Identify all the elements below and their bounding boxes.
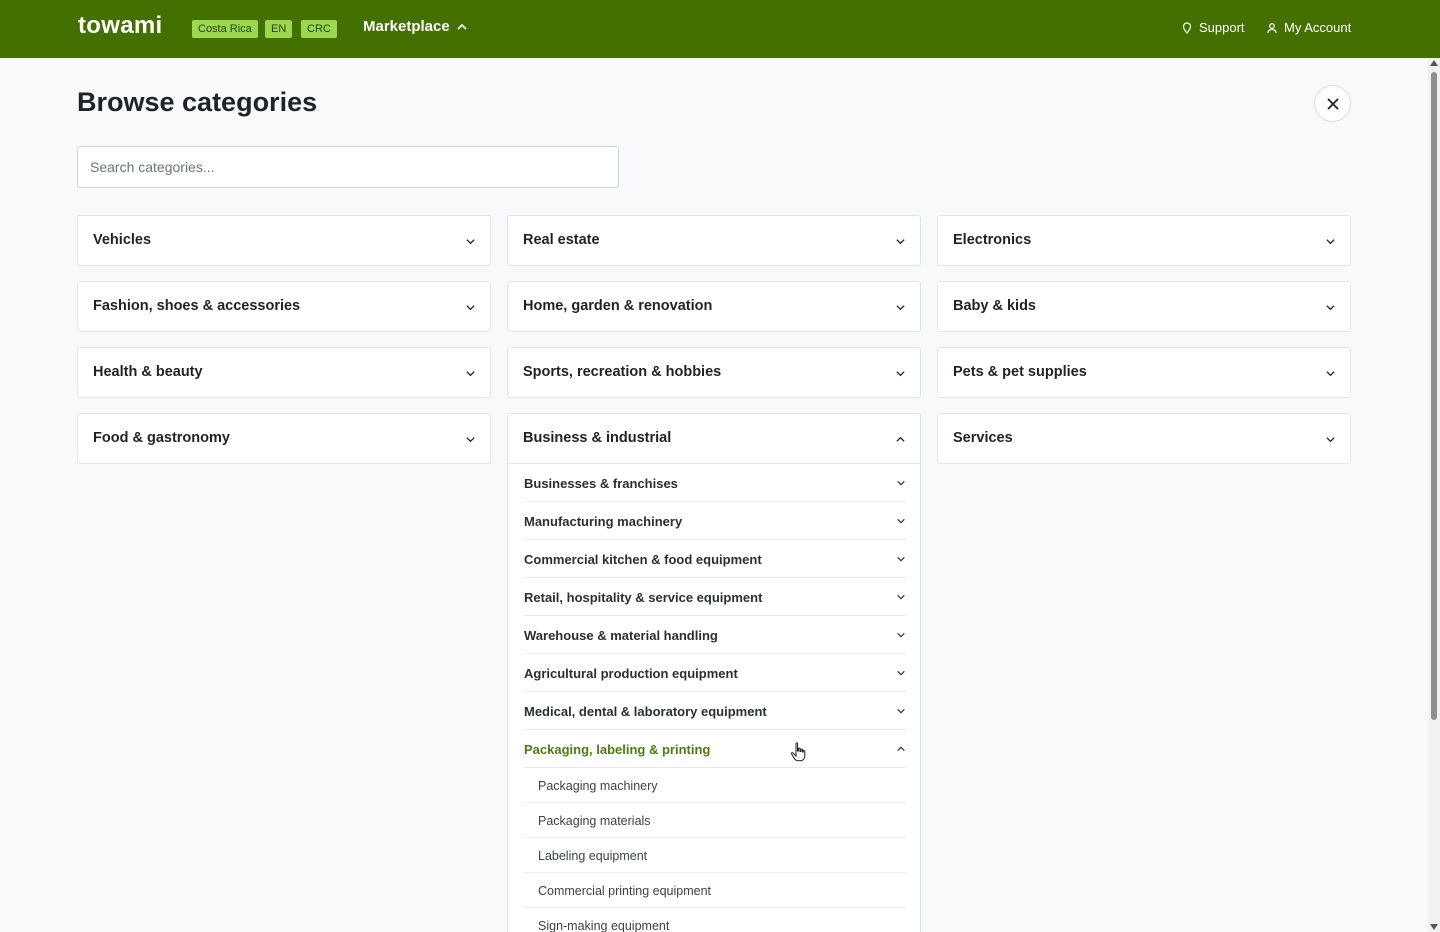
subcategory-label: Medical, dental & laboratory equipment [524, 704, 767, 719]
leaf-category-item[interactable]: Commercial printing equipment [524, 873, 906, 908]
language-selector[interactable]: EN [265, 20, 293, 38]
search-categories-input[interactable] [77, 146, 619, 188]
leaf-category-item[interactable]: Packaging machinery [524, 768, 906, 803]
category-card-baby-kids[interactable]: Baby & kids [937, 281, 1351, 332]
chevron-down-icon [466, 371, 475, 377]
subcategory-item[interactable]: Warehouse & material handling [524, 616, 906, 654]
category-card-pets[interactable]: Pets & pet supplies [937, 347, 1351, 398]
scroll-thumb[interactable] [1431, 72, 1437, 720]
subcategory-item-active[interactable]: Packaging, labeling & printing [524, 730, 906, 768]
brand-logo[interactable]: towami [78, 12, 162, 40]
chevron-down-icon [897, 632, 905, 638]
chevron-down-icon [897, 518, 905, 524]
page-title: Browse categories [77, 87, 318, 117]
my-account-link[interactable]: My Account [1266, 20, 1351, 35]
packaging-subitem-list: Packaging machinery Packaging materials … [524, 768, 906, 932]
leaf-category-label: Sign-making equipment [538, 919, 670, 932]
subcategory-item[interactable]: Manufacturing machinery [524, 502, 906, 540]
leaf-category-label: Packaging materials [538, 814, 651, 828]
chevron-down-icon [1326, 305, 1335, 311]
subcategory-label: Retail, hospitality & service equipment [524, 590, 763, 605]
category-card-electronics[interactable]: Electronics [937, 215, 1351, 266]
category-label: Pets & pet supplies [953, 364, 1087, 380]
leaf-category-label: Packaging machinery [538, 779, 658, 793]
chevron-down-icon [897, 708, 905, 714]
marketplace-label: Marketplace [363, 18, 450, 35]
chevron-up-icon [457, 23, 467, 30]
category-card-food[interactable]: Food & gastronomy [77, 413, 491, 464]
leaf-category-label: Labeling equipment [538, 849, 648, 863]
hand-pointer-cursor-icon [790, 742, 806, 762]
category-label: Vehicles [93, 232, 152, 248]
chevron-down-icon [1326, 437, 1335, 443]
chevron-down-icon [897, 594, 905, 600]
chevron-down-icon [466, 305, 475, 311]
chevron-down-icon [896, 239, 905, 245]
subcategory-label: Manufacturing machinery [524, 514, 683, 529]
subcategory-label: Commercial kitchen & food equipment [524, 552, 762, 567]
page-scrollbar[interactable] [1428, 58, 1440, 932]
subcategory-label: Businesses & franchises [524, 476, 678, 491]
subcategory-item[interactable]: Agricultural production equipment [524, 654, 906, 692]
leaf-category-label: Commercial printing equipment [538, 884, 711, 898]
close-button[interactable] [1314, 85, 1351, 122]
chevron-down-icon [466, 437, 475, 443]
support-pin-icon [1182, 21, 1192, 34]
user-icon [1267, 22, 1277, 33]
category-label: Food & gastronomy [93, 430, 230, 446]
category-card-vehicles[interactable]: Vehicles [77, 215, 491, 266]
category-label: Electronics [953, 232, 1032, 248]
category-label: Real estate [523, 232, 600, 248]
country-selector[interactable]: Costa Rica [192, 20, 258, 38]
subcategory-item[interactable]: Commercial kitchen & food equipment [524, 540, 906, 578]
top-navigation-bar: towami Costa Rica EN CRC Marketplace Sup… [0, 0, 1440, 58]
category-label: Sports, recreation & hobbies [523, 364, 722, 380]
chevron-down-icon [896, 305, 905, 311]
category-card-real-estate[interactable]: Real estate [507, 215, 921, 266]
subcategory-item[interactable]: Businesses & franchises [524, 464, 906, 502]
category-label: Fashion, shoes & accessories [93, 298, 301, 314]
category-label: Business & industrial [523, 430, 672, 446]
category-label: Services [953, 430, 1013, 446]
leaf-category-item[interactable]: Packaging materials [524, 803, 906, 838]
subcategory-list: Businesses & franchises Manufacturing ma… [524, 464, 906, 932]
currency-selector[interactable]: CRC [301, 20, 337, 38]
chevron-down-icon [466, 239, 475, 245]
category-label: Health & beauty [93, 364, 203, 380]
category-header-business-industrial[interactable]: Business & industrial [508, 414, 920, 464]
category-card-home-garden[interactable]: Home, garden & renovation [507, 281, 921, 332]
scroll-up-arrow-icon[interactable] [1430, 60, 1438, 66]
leaf-category-item[interactable]: Labeling equipment [524, 838, 906, 873]
category-label: Home, garden & renovation [523, 298, 713, 314]
subcategory-label: Agricultural production equipment [524, 666, 738, 681]
chevron-down-icon [897, 556, 905, 562]
category-card-sports[interactable]: Sports, recreation & hobbies [507, 347, 921, 398]
my-account-label: My Account [1284, 20, 1352, 35]
leaf-category-item[interactable]: Sign-making equipment [524, 908, 906, 932]
support-label: Support [1199, 20, 1245, 35]
chevron-down-icon [1326, 371, 1335, 377]
marketplace-menu-button[interactable]: Marketplace [363, 18, 468, 35]
subcategory-item[interactable]: Retail, hospitality & service equipment [524, 578, 906, 616]
category-card-health-beauty[interactable]: Health & beauty [77, 347, 491, 398]
close-icon [1326, 97, 1339, 110]
category-card-fashion[interactable]: Fashion, shoes & accessories [77, 281, 491, 332]
category-card-services[interactable]: Services [937, 413, 1351, 464]
chevron-down-icon [897, 480, 905, 486]
chevron-up-icon [896, 436, 905, 442]
subcategory-label: Warehouse & material handling [524, 628, 718, 643]
chevron-up-icon [897, 746, 905, 752]
category-label: Baby & kids [953, 298, 1036, 314]
support-link[interactable]: Support [1181, 20, 1245, 35]
chevron-down-icon [897, 670, 905, 676]
subcategory-label: Packaging, labeling & printing [524, 742, 711, 757]
category-card-business-industrial: Business & industrial Businesses & franc… [507, 413, 921, 932]
chevron-down-icon [1326, 239, 1335, 245]
subcategory-item[interactable]: Medical, dental & laboratory equipment [524, 692, 906, 730]
scroll-down-arrow-icon[interactable] [1430, 924, 1438, 930]
chevron-down-icon [896, 371, 905, 377]
